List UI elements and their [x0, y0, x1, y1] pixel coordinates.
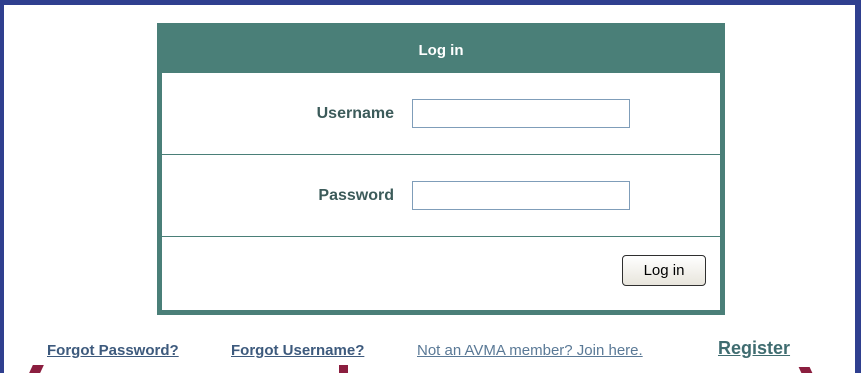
username-label: Username	[316, 104, 394, 122]
join-link[interactable]: Not an AVMA member? Join here.	[417, 342, 643, 359]
username-row: Username	[162, 73, 720, 155]
submit-container: Log in	[162, 254, 720, 286]
annotation-arrow-left	[29, 365, 44, 373]
password-label: Password	[318, 186, 394, 204]
login-panel-title: Log in	[162, 28, 720, 73]
username-input[interactable]	[412, 99, 630, 128]
password-input[interactable]	[412, 181, 630, 210]
annotation-arrow-right	[798, 367, 813, 373]
password-row: Password	[162, 155, 720, 237]
account-links: Forgot Password? Forgot Username? Not an…	[6, 338, 855, 363]
login-panel: Log in Username Password Log in	[157, 23, 725, 315]
forgot-password-link[interactable]: Forgot Password?	[47, 342, 179, 359]
register-link[interactable]: Register	[718, 338, 790, 359]
page-frame: Log in Username Password Log in Forgot P…	[4, 5, 855, 373]
annotation-arrow-middle	[339, 365, 348, 373]
forgot-username-link[interactable]: Forgot Username?	[231, 342, 364, 359]
submit-row: Log in	[162, 237, 720, 307]
login-button[interactable]: Log in	[622, 254, 706, 286]
